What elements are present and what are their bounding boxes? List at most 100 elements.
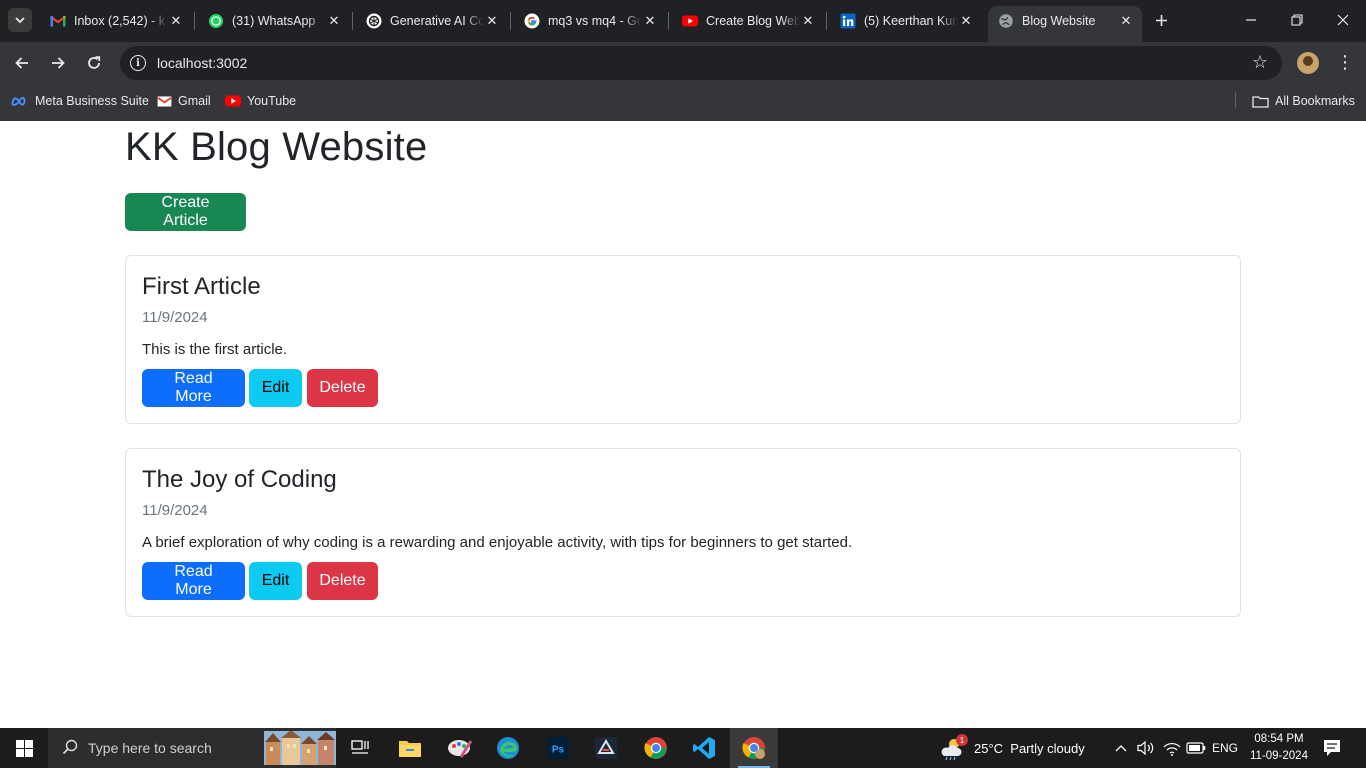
weather-text: 25°C Partly cloudy [974,740,1085,756]
arrow-left-icon [15,57,28,69]
article-summary: This is the first article. [142,341,288,358]
tab-title: Generative AI Co [390,14,484,28]
article-date: 11/9/2024 [142,502,208,519]
close-window-button[interactable] [1320,0,1366,40]
page-title: KK Blog Website [125,125,428,169]
language-indicator[interactable]: ENG [1212,728,1238,768]
tab-close-icon[interactable]: ✕ [168,13,184,29]
vscode-button[interactable] [680,728,728,768]
ea-app-icon [595,737,617,759]
article-date: 11/9/2024 [142,309,208,326]
tab-separator [668,12,669,30]
tab-title: Blog Website [1022,14,1096,28]
address-bar[interactable]: i localhost:3002 ☆ [120,46,1282,80]
article-card: The Joy of Coding 11/9/2024 A brief expl… [125,448,1241,617]
bookmark-star-icon[interactable]: ☆ [1252,52,1268,73]
tab-title: (31) WhatsApp [232,14,316,28]
windows-logo-icon [15,739,33,757]
forward-button[interactable] [46,51,70,75]
chrome-icon [644,737,667,759]
site-info-icon[interactable]: i [130,55,146,71]
tab-close-icon[interactable]: ✕ [1118,13,1134,29]
tab-title: Inbox (2,542) - k [74,14,166,28]
browser-tab-whatsapp[interactable]: (31) WhatsApp ✕ [198,6,350,36]
address-bar-url[interactable]: localhost:3002 [157,55,247,71]
browser-tab-google[interactable]: mq3 vs mq4 - Go ✕ [514,6,666,36]
task-view-icon [351,740,369,754]
edit-button[interactable]: Edit [249,562,302,600]
edit-button[interactable]: Edit [249,369,302,407]
taskbar-clock[interactable]: 08:54 PM 11-09-2024 [1244,731,1314,765]
create-article-button[interactable]: Create Article [125,193,246,231]
chrome-button[interactable] [632,728,680,768]
all-bookmarks-button[interactable]: All Bookmarks [1252,92,1355,110]
browser-tab-blog-website[interactable]: Blog Website ✕ [988,6,1142,42]
tab-search-button[interactable] [8,8,32,32]
youtube-icon [225,95,241,107]
reload-button[interactable] [82,51,106,75]
read-more-button[interactable]: Read More [142,369,245,407]
minimize-button[interactable] [1228,0,1274,40]
folder-icon [1252,95,1269,108]
browser-tab-gmail[interactable]: Inbox (2,542) - k ✕ [40,6,192,36]
browser-tab-linkedin[interactable]: (5) Keerthan Kum ✕ [830,6,982,36]
battery-button[interactable] [1186,728,1206,768]
tab-close-icon[interactable]: ✕ [484,13,500,29]
read-more-button[interactable]: Read More [142,562,245,600]
network-button[interactable] [1163,728,1181,768]
tab-close-icon[interactable]: ✕ [800,13,816,29]
edge-browser-button[interactable] [484,728,532,768]
page-viewport: KK Blog Website Create Article First Art… [0,121,1366,728]
weather-alert-badge: 1 [956,734,968,746]
bookmark-youtube[interactable]: YouTube [225,92,296,110]
linkedin-icon [840,13,856,29]
tab-title: Create Blog Web [706,14,800,28]
vscode-icon [693,737,715,759]
chrome-active-window-button[interactable] [730,728,778,768]
browser-menu-icon[interactable]: ⋮ [1336,52,1354,74]
profile-avatar[interactable] [1297,52,1319,74]
volume-button[interactable] [1137,728,1155,768]
bookmark-meta-business-suite[interactable]: Meta Business Suite [11,92,149,110]
weather-widget[interactable]: 1 25°C Partly cloudy [940,728,1085,768]
browser-tab-youtube[interactable]: Create Blog Web ✕ [672,6,824,36]
delete-button[interactable]: Delete [307,369,378,407]
tab-close-icon[interactable]: ✕ [958,13,974,29]
paint-app-button[interactable] [436,728,484,768]
restore-button[interactable] [1274,0,1320,40]
bookmark-gmail[interactable]: Gmail [157,92,211,110]
gmail-icon [50,13,66,29]
notification-icon [1324,740,1340,756]
notification-center-button[interactable] [1322,738,1344,758]
palette-icon [448,740,473,758]
tab-close-icon[interactable]: ✕ [326,13,342,29]
tab-close-icon[interactable]: ✕ [642,13,658,29]
chevron-up-icon [1115,745,1127,752]
taskbar-search-placeholder: Type here to search [88,740,212,756]
photoshop-button[interactable]: Ps [534,728,582,768]
globe-icon [998,13,1014,29]
search-highlight-illustration [264,730,336,765]
start-button[interactable] [0,728,48,768]
bookmark-label: YouTube [247,94,297,108]
close-icon [1337,14,1349,26]
delete-button[interactable]: Delete [307,562,378,600]
clock-date: 11-09-2024 [1250,750,1308,762]
back-button[interactable] [10,51,34,75]
folder-icon [399,741,421,757]
chrome-icon [742,737,765,759]
show-hidden-icons-button[interactable] [1114,728,1128,768]
file-explorer-button[interactable] [386,728,434,768]
bookmark-label: Gmail [178,94,211,108]
all-bookmarks-label: All Bookmarks [1275,94,1355,108]
ea-app-button[interactable] [582,728,630,768]
browser-tab-chatgpt[interactable]: Generative AI Co ✕ [356,6,508,36]
partly-cloudy-icon: 1 [940,734,968,761]
task-view-button[interactable] [336,728,384,768]
chevron-down-icon [15,17,25,24]
new-tab-button[interactable] [1150,9,1172,31]
tab-separator [352,12,353,30]
plus-icon [1155,14,1167,26]
restore-icon [1291,14,1303,26]
battery-icon [1186,742,1206,754]
